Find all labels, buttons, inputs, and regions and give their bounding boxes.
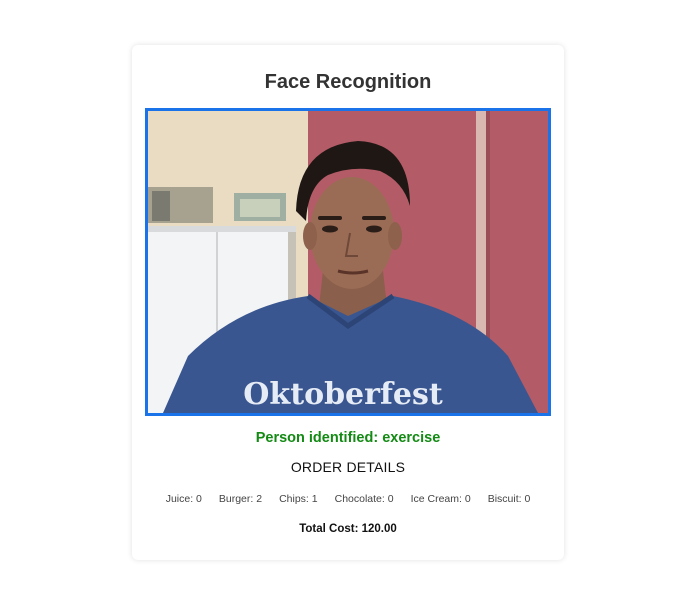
webcam-feed: Oktoberfest bbox=[145, 108, 551, 416]
identification-status: Person identified: exercise bbox=[255, 430, 441, 446]
order-item-burger: Burger: 2 bbox=[218, 493, 263, 505]
order-item-chips: Chips: 1 bbox=[279, 493, 318, 505]
order-item-chocolate: Chocolate: 0 bbox=[334, 493, 394, 505]
svg-text:Oktoberfest: Oktoberfest bbox=[243, 377, 443, 412]
order-details-heading: ORDER DETAILS bbox=[290, 459, 406, 475]
face-recognition-card: Face Recognition Oktoberfest Person iden… bbox=[132, 45, 564, 560]
webcam-image: Oktoberfest bbox=[148, 111, 548, 413]
order-item-ice-cream: Ice Cream: 0 bbox=[410, 493, 471, 505]
total-cost: Total Cost: 120.00 bbox=[299, 523, 397, 535]
order-item-biscuit: Biscuit: 0 bbox=[487, 493, 531, 505]
order-items-list: Juice: 0 Burger: 2 Chips: 1 Chocolate: 0… bbox=[132, 493, 564, 505]
order-item-juice: Juice: 0 bbox=[165, 493, 202, 505]
page-title: Face Recognition bbox=[264, 71, 432, 93]
